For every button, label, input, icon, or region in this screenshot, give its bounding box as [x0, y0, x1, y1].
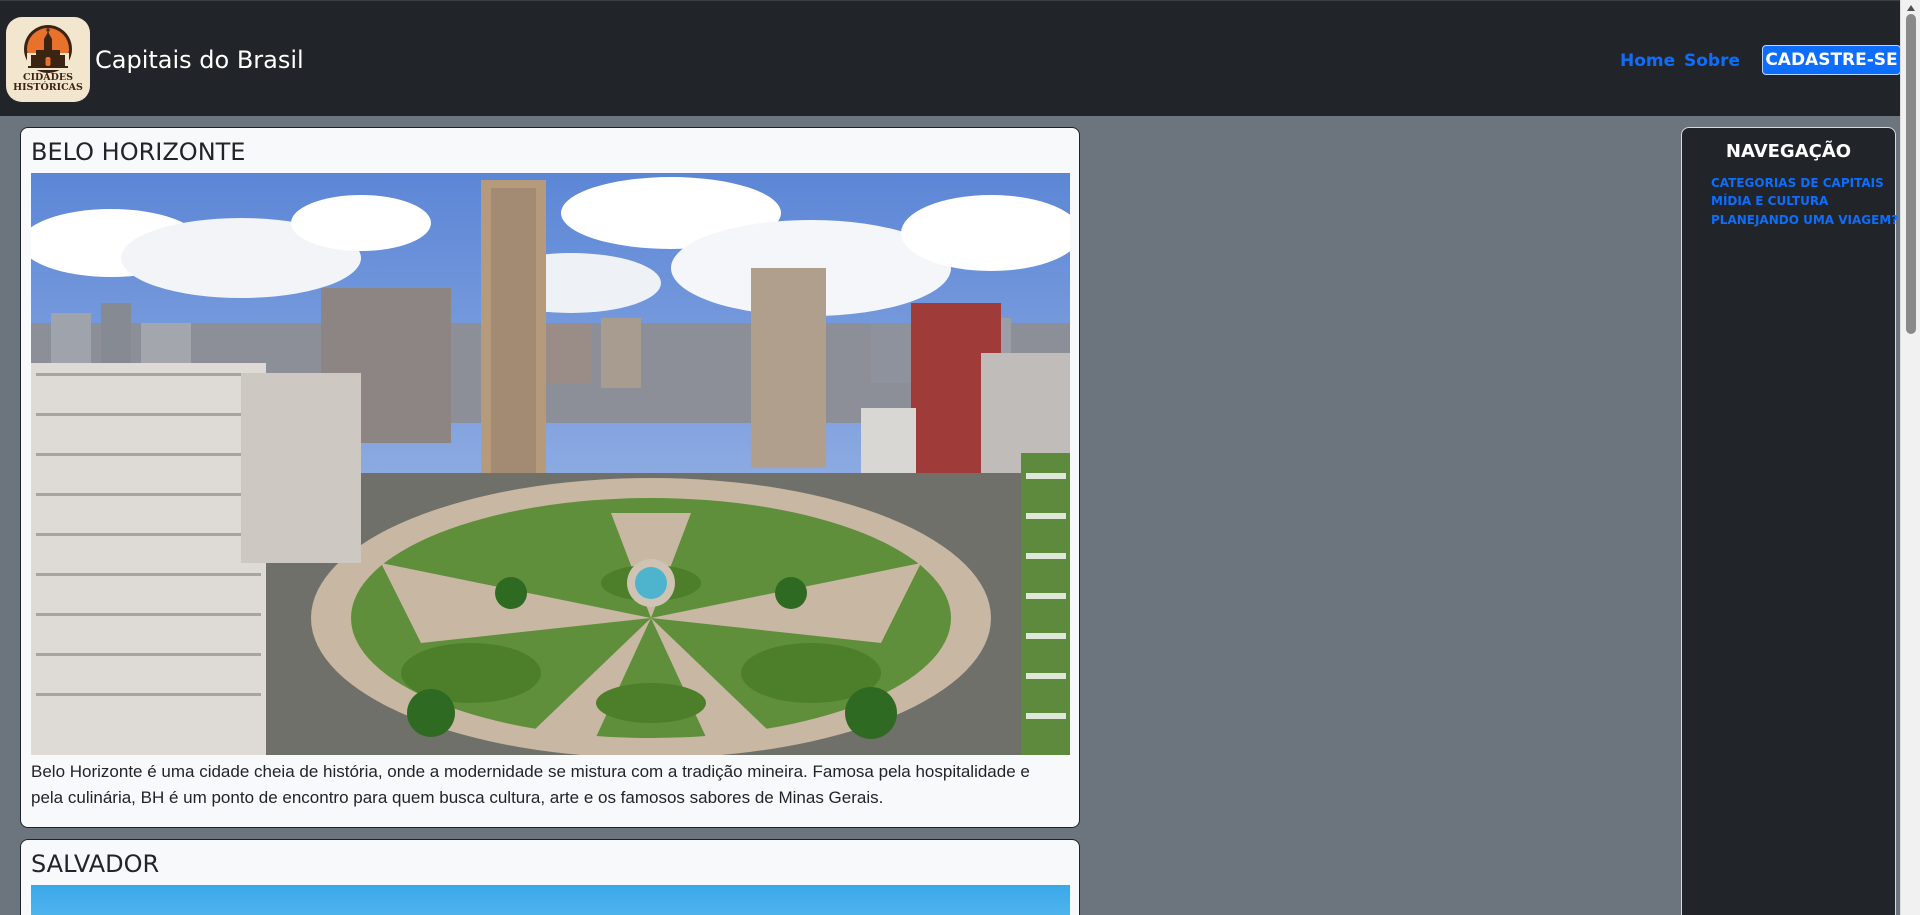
top-navbar: CIDADES HISTÓRICAS Capitais do Brasil Ho…: [0, 0, 1901, 116]
navigation-sidebar: NAVEGAÇÃO CATEGORIAS DE CAPITAIS MÍDIA E…: [1681, 127, 1898, 915]
site-logo[interactable]: CIDADES HISTÓRICAS: [6, 17, 90, 102]
belo-horizonte-aerial-photo: [31, 173, 1070, 755]
city-card-salvador: SALVADOR: [20, 839, 1080, 915]
salvador-photo: [31, 885, 1070, 915]
sidebar-link-categorias[interactable]: CATEGORIAS DE CAPITAIS: [1711, 175, 1884, 191]
city-card-belo-horizonte: BELO HORIZONTE Belo Horizonte é uma cida…: [20, 127, 1080, 828]
scrollbar-thumb[interactable]: [1906, 14, 1916, 334]
card-description: Belo Horizonte é uma cidade cheia de his…: [31, 762, 1030, 807]
nav-link-sobre[interactable]: Sobre: [1684, 50, 1740, 72]
register-button[interactable]: CADASTRE-SE: [1762, 45, 1901, 75]
sidebar-link-midia-cultura[interactable]: MÍDIA E CULTURA: [1711, 193, 1828, 209]
sidebar-title: NAVEGAÇÃO: [1725, 141, 1852, 162]
nav-link-home[interactable]: Home: [1620, 50, 1675, 72]
page-scrollbar[interactable]: [1900, 0, 1920, 915]
logo-text-line2: HISTÓRICAS: [13, 82, 83, 93]
card-title: BELO HORIZONTE: [31, 138, 246, 166]
site-title[interactable]: Capitais do Brasil: [95, 45, 304, 75]
sidebar-link-planejando-viagem[interactable]: PLANEJANDO UMA VIAGEM?: [1711, 212, 1898, 228]
scroll-up-arrow-icon[interactable]: [1907, 5, 1915, 11]
card-title: SALVADOR: [31, 850, 160, 878]
